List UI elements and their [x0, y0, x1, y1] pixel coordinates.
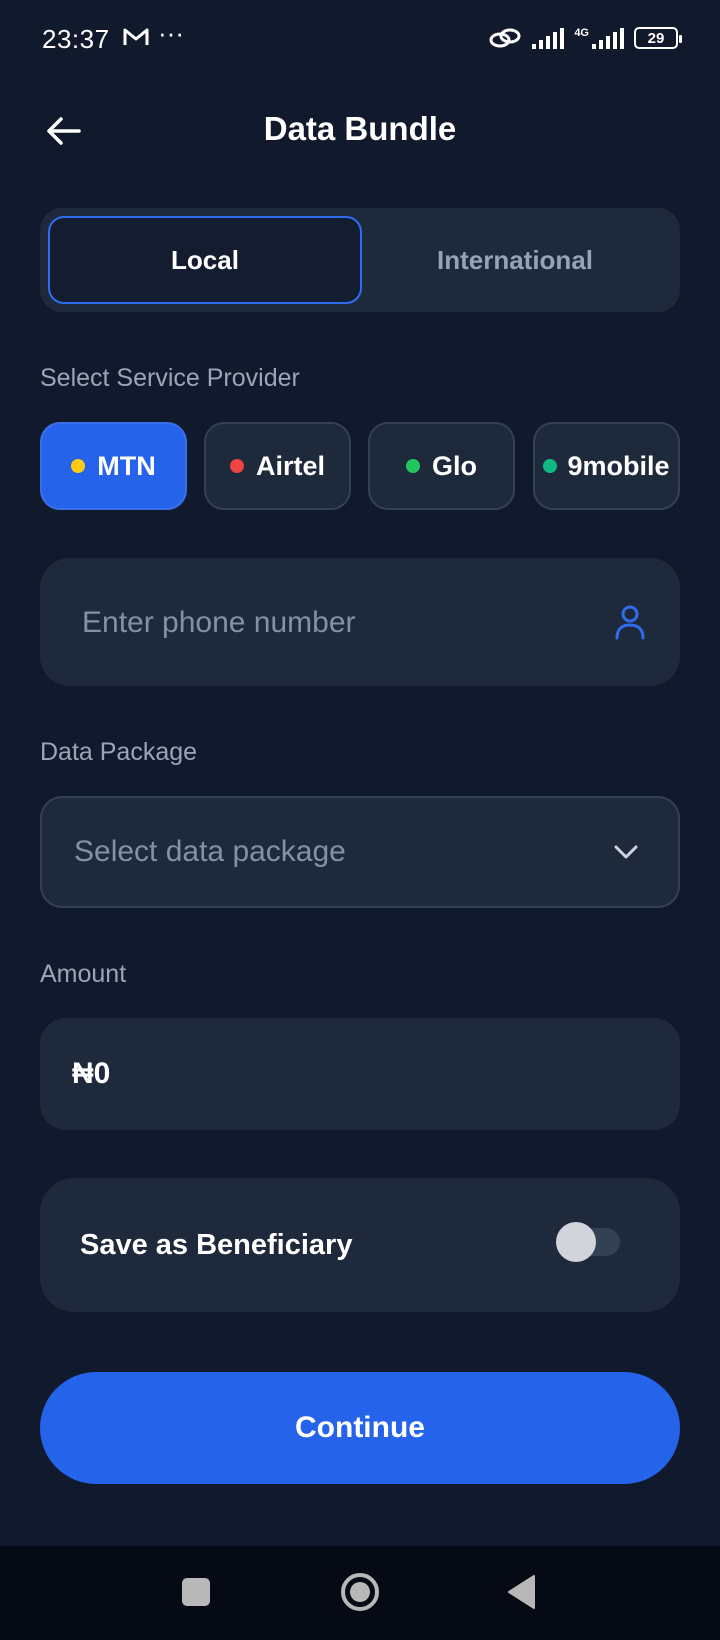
- provider-name: Airtel: [255, 450, 326, 481]
- region-tabs: Local International: [40, 208, 680, 312]
- provider-name: MTN: [97, 450, 156, 481]
- network-type-label: 4G: [574, 27, 589, 39]
- beneficiary-label: Save as Beneficiary: [80, 1229, 353, 1261]
- beneficiary-row: Save as Beneficiary: [40, 1178, 680, 1312]
- chevron-down-icon: [614, 845, 638, 859]
- battery-level: 29: [647, 29, 665, 47]
- provider-section-label: Select Service Provider: [40, 364, 300, 392]
- battery-icon: 29: [634, 27, 682, 49]
- provider-mtn[interactable]: MTN: [40, 422, 187, 510]
- system-nav-bar: [0, 1546, 720, 1640]
- provider-dot-icon: [71, 459, 86, 473]
- link-icon: [489, 28, 521, 48]
- phone-input[interactable]: [80, 558, 584, 688]
- gmail-icon: [123, 28, 149, 45]
- beneficiary-toggle[interactable]: [556, 1222, 620, 1262]
- provider-name: 9mobile: [567, 450, 670, 481]
- data-package-placeholder: Select data package: [74, 835, 346, 868]
- more-notifications-icon: ···: [158, 18, 184, 48]
- phone-field: [40, 558, 680, 688]
- network-4g-indicator: 4G: [574, 27, 624, 49]
- status-right-cluster: 4G 29: [488, 22, 682, 54]
- provider-9mobile[interactable]: 9mobile: [533, 422, 680, 510]
- provider-name: Glo: [432, 450, 477, 481]
- provider-dot-icon: [543, 459, 558, 473]
- provider-list: MTN Airtel Glo 9mobile: [40, 422, 680, 510]
- status-bar: 23:37 ··· 4G 29: [0, 0, 720, 80]
- data-package-select[interactable]: Select data package: [40, 796, 680, 908]
- toggle-knob: [556, 1222, 596, 1262]
- page-title: Data Bundle: [263, 110, 457, 147]
- tab-international[interactable]: International: [358, 216, 672, 304]
- amount-value: ₦0: [72, 1057, 111, 1090]
- continue-button[interactable]: Continue: [40, 1372, 680, 1484]
- provider-airtel[interactable]: Airtel: [204, 422, 351, 510]
- home-circle-icon[interactable]: [340, 1572, 380, 1612]
- provider-dot-icon: [406, 459, 420, 473]
- amount-field[interactable]: ₦0: [40, 1018, 680, 1130]
- package-label: Data Package: [40, 738, 198, 766]
- header: Data Bundle: [0, 90, 720, 170]
- contact-person-icon[interactable]: [614, 604, 646, 640]
- back-triangle-icon[interactable]: [506, 1574, 536, 1610]
- provider-glo[interactable]: Glo: [368, 422, 515, 510]
- recents-square-icon[interactable]: [182, 1578, 210, 1606]
- amount-label: Amount: [40, 960, 127, 988]
- status-time: 23:37: [42, 24, 110, 54]
- signal-4g-icon: [592, 27, 624, 49]
- provider-dot-icon: [229, 459, 244, 473]
- signal-icon: [532, 27, 565, 49]
- tab-local[interactable]: Local: [48, 216, 362, 304]
